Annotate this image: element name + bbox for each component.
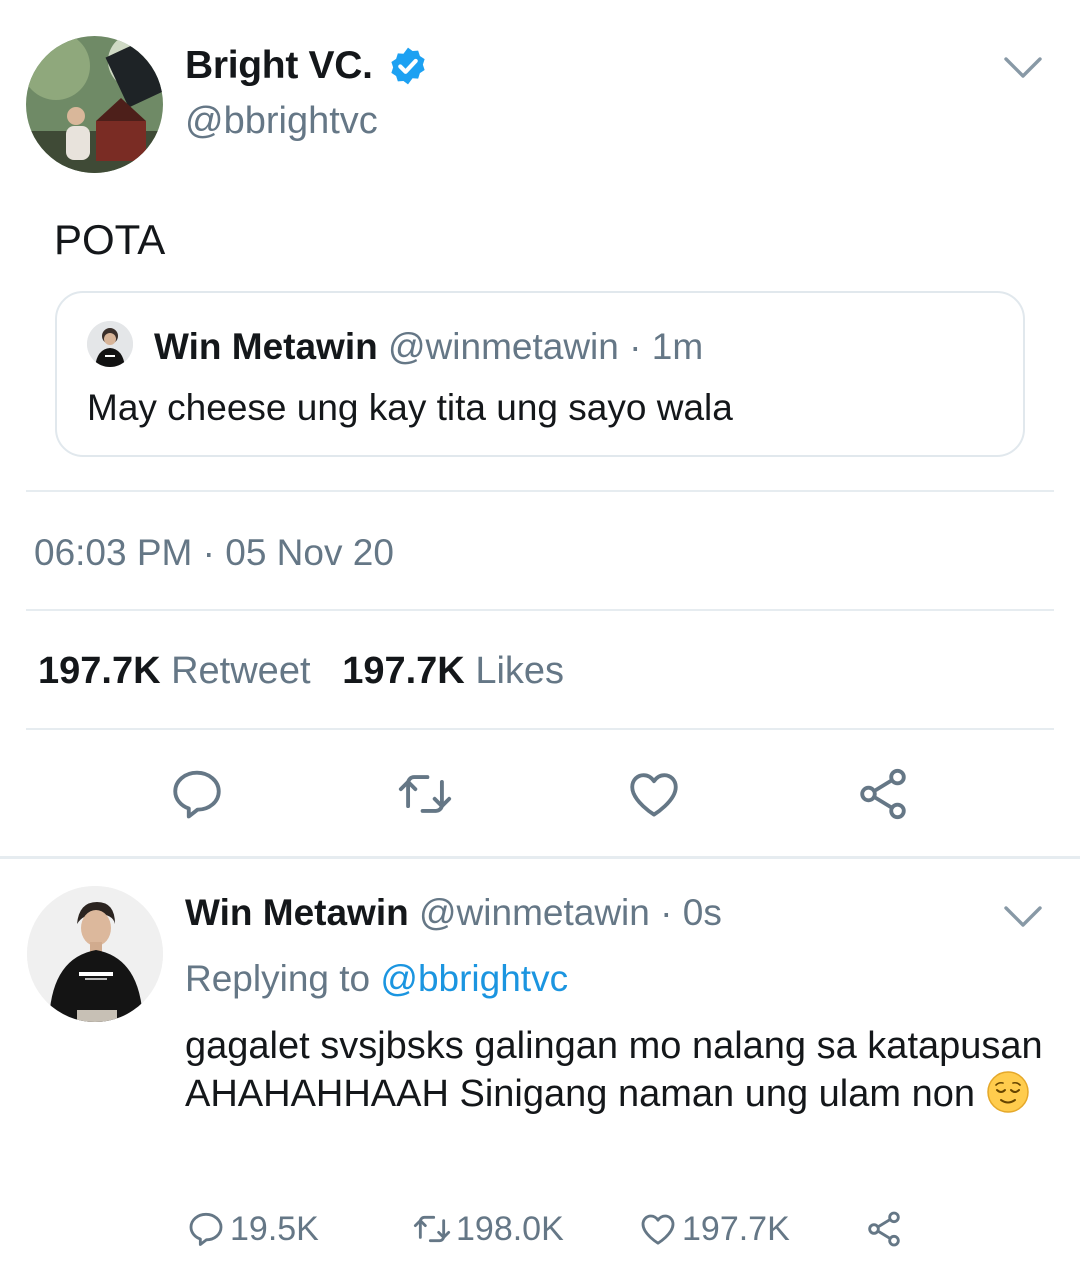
quote-author-name[interactable]: Win Metawin xyxy=(154,326,378,367)
replying-to-label: Replying to xyxy=(185,958,371,999)
likes-count: 197.7K xyxy=(342,650,465,692)
reply-text: gagalet svsjbsks galingan mo nalang sa k… xyxy=(185,1025,1043,1115)
chevron-down-icon xyxy=(1004,906,1042,927)
reply-retweet-button[interactable]: 198.0K xyxy=(412,1208,564,1250)
reply-author-name[interactable]: Win Metawin xyxy=(185,892,409,933)
quote-header: Win Metawin @winmetawin · 1m xyxy=(154,326,703,368)
like-button[interactable] xyxy=(625,765,683,823)
retweet-label: Retweet xyxy=(171,650,311,692)
reply-icon xyxy=(173,770,221,819)
likes-stat[interactable]: 197.7K Likes xyxy=(342,650,564,692)
reply-time: · 0s xyxy=(660,892,722,933)
verified-badge-icon xyxy=(391,47,425,85)
reply-text-block: gagalet svsjbsks galingan mo nalang sa k… xyxy=(185,1022,1055,1118)
relieved-face-emoji-icon xyxy=(986,1071,1029,1113)
quote-time: · 1m xyxy=(629,326,704,367)
tweet-text: POTA xyxy=(54,216,166,263)
retweet-count: 197.7K xyxy=(38,650,161,692)
reply-reply-button[interactable]: 19.5K xyxy=(186,1208,319,1250)
reply-button[interactable] xyxy=(168,765,226,823)
avatar-photo xyxy=(87,321,133,367)
retweet-count: 198.0K xyxy=(456,1209,564,1248)
like-count: 197.7K xyxy=(682,1209,790,1248)
retweet-icon xyxy=(398,775,452,813)
tweet-timestamp: 06:03 PM · 05 Nov 20 xyxy=(34,532,394,573)
divider xyxy=(26,609,1054,611)
like-icon xyxy=(630,773,678,817)
tweet-stats: 197.7K Retweet 197.7K Likes xyxy=(38,650,564,693)
chevron-down-icon xyxy=(1004,57,1042,78)
avatar-photo xyxy=(27,886,163,1022)
retweet-icon xyxy=(413,1215,451,1243)
quote-author-handle[interactable]: @winmetawin xyxy=(388,326,619,367)
reply-like-button[interactable]: 197.7K xyxy=(638,1208,790,1250)
divider xyxy=(26,490,1054,492)
author-handle[interactable]: @bbrightvc xyxy=(185,100,378,143)
replying-to: Replying to @bbrightvc xyxy=(185,958,568,1000)
author-avatar[interactable] xyxy=(26,36,163,173)
quoted-tweet-card[interactable] xyxy=(55,291,1025,457)
reply-count: 19.5K xyxy=(230,1209,319,1248)
reply-header: Win Metawin @winmetawin · 0s xyxy=(185,892,722,934)
share-button[interactable] xyxy=(854,765,912,823)
divider xyxy=(26,728,1054,730)
like-icon xyxy=(641,1214,675,1245)
reply-author-handle[interactable]: @winmetawin xyxy=(419,892,650,933)
author-name[interactable]: Bright VC. xyxy=(185,44,373,88)
section-divider xyxy=(0,856,1080,859)
quote-author-avatar xyxy=(87,321,133,367)
reply-share-button[interactable] xyxy=(864,1208,908,1250)
tweet-menu-button[interactable] xyxy=(1003,56,1043,85)
replying-to-handle[interactable]: @bbrightvc xyxy=(380,958,568,999)
reply-icon xyxy=(189,1212,223,1246)
author-name-row: Bright VC. xyxy=(185,44,429,88)
avatar-photo xyxy=(26,36,163,173)
likes-label: Likes xyxy=(475,650,565,692)
reply-author-avatar[interactable] xyxy=(27,886,163,1022)
reply-menu-button[interactable] xyxy=(1003,905,1043,934)
quote-text: May cheese ung kay tita ung sayo wala xyxy=(87,387,733,428)
share-icon xyxy=(860,768,906,820)
retweet-button[interactable] xyxy=(396,765,454,823)
share-icon xyxy=(868,1211,900,1247)
retweet-stat[interactable]: 197.7K Retweet xyxy=(38,650,321,692)
